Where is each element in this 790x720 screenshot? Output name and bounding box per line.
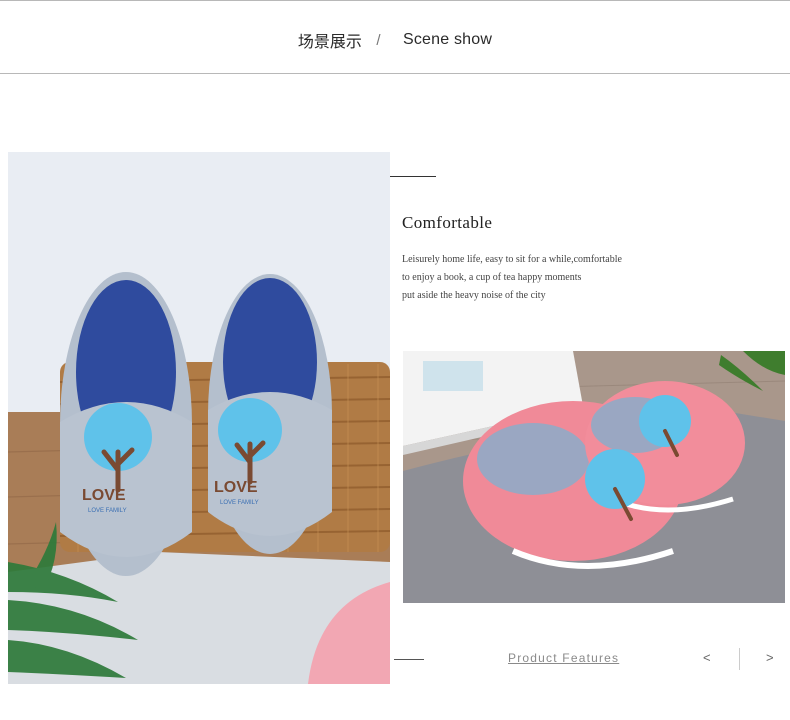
love-print-right: LOVE xyxy=(214,479,258,496)
header-title-en: Scene show xyxy=(402,31,493,48)
scene-photo-right xyxy=(403,351,785,603)
header-title-zh: 场景展示 xyxy=(297,34,362,51)
description-line: to enjoy a book, a cup of tea happy mome… xyxy=(402,272,582,283)
title-accent-line xyxy=(390,176,436,177)
header-separator: / xyxy=(376,31,381,49)
section-header: 场景展示 / Scene show xyxy=(0,28,790,64)
product-features-link[interactable]: Product Features xyxy=(508,651,619,665)
feature-description: Leisurely home life, easy to sit for a w… xyxy=(402,251,622,305)
scene-photo-left: LOVE LOVE LOVE FAMILY LOVE FAMILY xyxy=(8,152,390,684)
description-line: put aside the heavy noise of the city xyxy=(402,290,546,301)
chevron-left-icon[interactable]: < xyxy=(703,650,711,665)
family-print-right: LOVE FAMILY xyxy=(220,500,259,506)
feature-title: Comfortable xyxy=(402,213,493,232)
family-print-left: LOVE FAMILY xyxy=(88,508,127,514)
chevron-right-icon[interactable]: > xyxy=(766,650,774,665)
love-print-left: LOVE xyxy=(82,487,126,504)
nav-divider xyxy=(739,648,740,670)
footer-accent-line xyxy=(394,659,424,660)
header-divider xyxy=(0,73,790,74)
top-divider xyxy=(0,0,790,1)
description-line: Leisurely home life, easy to sit for a w… xyxy=(402,254,622,265)
